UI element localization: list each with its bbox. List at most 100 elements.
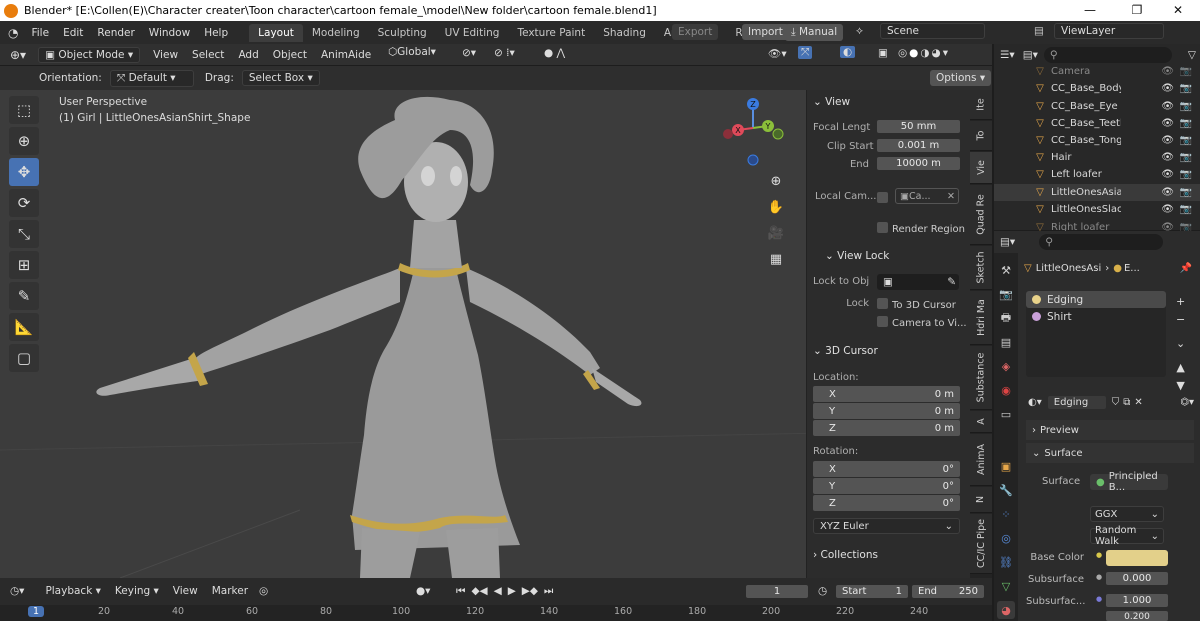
- pin-icon[interactable]: 📌: [1180, 263, 1192, 274]
- physics-tab-icon[interactable]: ◎: [997, 529, 1015, 547]
- add-slot-icon[interactable]: +: [1176, 293, 1185, 311]
- funnel-filter-icon[interactable]: ▽: [1188, 49, 1196, 61]
- tab-modeling[interactable]: Modeling: [303, 24, 369, 42]
- constraints-tab-icon[interactable]: ⛓: [997, 553, 1015, 571]
- eye-icon[interactable]: 👁: [1161, 66, 1174, 77]
- outliner-editor-icon[interactable]: ☰▾: [1000, 49, 1015, 61]
- gizmo-toggle-icon[interactable]: ⤧: [798, 46, 813, 59]
- camera-render-icon[interactable]: 📷: [1180, 83, 1192, 94]
- tab-animaide[interactable]: AnimA: [970, 434, 992, 486]
- scene-icon[interactable]: ⟡: [856, 25, 863, 38]
- viewport-menu-animaide[interactable]: AnimAide: [314, 49, 378, 61]
- jump-start-icon[interactable]: ⏮: [456, 585, 465, 598]
- scene-tab-icon[interactable]: ◈: [997, 357, 1015, 375]
- blender-menu-icon[interactable]: ◔: [8, 26, 18, 40]
- eye-icon[interactable]: 👁: [1161, 101, 1174, 112]
- duplicate-material-icon[interactable]: ⧉: [1123, 397, 1130, 408]
- move-tool-icon[interactable]: ✥: [9, 158, 39, 186]
- transform-tool-icon[interactable]: ⊞: [9, 251, 39, 279]
- unlink-material-icon[interactable]: ✕: [1134, 397, 1142, 408]
- eye-icon[interactable]: 👁: [1161, 169, 1174, 180]
- view-layer-tab-icon[interactable]: ▤: [997, 333, 1015, 351]
- transform-orientation-selector[interactable]: ⬡ Global ▾: [388, 46, 436, 58]
- outliner-row[interactable]: ▽ CC_Base_Body 👁 📷: [994, 80, 1200, 97]
- viewport-menu-add[interactable]: Add: [231, 49, 265, 61]
- render-region-option[interactable]: Render Region: [877, 222, 965, 235]
- outliner-row[interactable]: ▽ LittleOnesAsianShirt 👁 📷: [994, 184, 1200, 201]
- lock-to-cursor-checkbox[interactable]: [877, 298, 888, 309]
- camera-render-icon[interactable]: 📷: [1180, 152, 1192, 163]
- pan-hand-icon[interactable]: ✋: [764, 196, 788, 218]
- prev-keyframe-icon[interactable]: ◆◀: [471, 585, 487, 597]
- close-window-button[interactable]: ✕: [1156, 0, 1200, 21]
- local-camera-checkbox[interactable]: [877, 192, 888, 203]
- output-tab-icon[interactable]: 🖶: [997, 309, 1015, 327]
- manual-button[interactable]: ⤓ Manual: [785, 24, 844, 41]
- modifier-tab-icon[interactable]: 🔧: [997, 481, 1015, 499]
- tab-substance[interactable]: Substance: [970, 346, 992, 410]
- current-frame-field[interactable]: 1: [746, 584, 808, 598]
- camera-render-icon[interactable]: 📷: [1180, 135, 1192, 146]
- camera-view-icon[interactable]: 🎥: [764, 222, 788, 244]
- viewport-menu-view[interactable]: View: [146, 49, 185, 61]
- camera-render-icon[interactable]: 📷: [1180, 187, 1192, 198]
- outliner-row[interactable]: ▽ Camera 👁 📷: [994, 63, 1200, 80]
- solid-shading-icon[interactable]: ●: [909, 47, 918, 59]
- orientation-selector[interactable]: ⤧ Default ▾: [109, 69, 194, 87]
- timeline-view-menu[interactable]: View: [166, 585, 205, 597]
- annotate-tool-icon[interactable]: ✎: [9, 282, 39, 310]
- ortho-grid-icon[interactable]: ▦: [764, 248, 788, 270]
- add-cube-tool-icon[interactable]: ▢: [9, 344, 39, 372]
- xray-icon[interactable]: ▣: [878, 47, 888, 59]
- surface-panel-header[interactable]: ⌄ Surface: [1026, 443, 1194, 463]
- fake-user-icon[interactable]: ⛉: [1112, 397, 1120, 408]
- render-tab-icon[interactable]: 📷: [997, 285, 1015, 303]
- material-browse-icon[interactable]: ◐▾: [1028, 397, 1042, 408]
- view-panel-header[interactable]: ⌄ View: [813, 96, 850, 108]
- subsurface-radius-field-2[interactable]: 0.200: [1106, 611, 1168, 621]
- subsurface-field[interactable]: 0.000: [1106, 572, 1168, 585]
- material-slot-edging[interactable]: Edging: [1026, 291, 1166, 308]
- subsurface-radius-field-1[interactable]: 1.000: [1106, 594, 1168, 607]
- tab-item[interactable]: Ite: [970, 90, 992, 120]
- tab-quad-remesher[interactable]: Quad Re: [970, 185, 992, 245]
- surface-shader-field[interactable]: ● Principled B...: [1090, 471, 1168, 493]
- filter-icon[interactable]: ▤▾: [1023, 49, 1038, 61]
- minimize-button[interactable]: —: [1068, 0, 1112, 21]
- outliner-row[interactable]: ▽ Hair 👁 📷: [994, 149, 1200, 166]
- visibility-icon[interactable]: 👁▾: [768, 47, 787, 60]
- cursor-rotation-y[interactable]: Y 0°: [813, 478, 960, 494]
- slot-menu-icon[interactable]: ⌄: [1176, 335, 1185, 353]
- camera-to-view-checkbox[interactable]: [877, 316, 888, 327]
- 3d-cursor-panel-header[interactable]: ⌄ 3D Cursor: [813, 345, 878, 357]
- shading-options-icon[interactable]: ▾: [943, 47, 948, 59]
- camera-render-icon[interactable]: 📷: [1180, 204, 1192, 215]
- material-name-field[interactable]: Edging: [1047, 396, 1106, 409]
- end-frame-field[interactable]: End 250: [912, 584, 984, 598]
- lock-to-object-field[interactable]: ▣ ✎: [877, 274, 959, 290]
- preview-panel-header[interactable]: › Preview: [1026, 420, 1194, 440]
- local-camera-field[interactable]: ▣ Ca... ✕: [895, 188, 959, 204]
- wireframe-shading-icon[interactable]: ◎: [898, 47, 907, 59]
- rendered-shading-icon[interactable]: ◕: [932, 47, 941, 59]
- cursor-location-x[interactable]: X 0 m: [813, 386, 960, 402]
- camera-render-icon[interactable]: 📷: [1180, 66, 1192, 77]
- viewlayer-icon[interactable]: ▤: [1034, 25, 1044, 37]
- outliner-row[interactable]: ▽ LittleOnesSlacks 👁 📷: [994, 201, 1200, 218]
- object-tab-icon[interactable]: ▣: [997, 457, 1015, 475]
- tab-uv-editing[interactable]: UV Editing: [436, 24, 509, 42]
- overlay-toggle-icon[interactable]: ◐: [840, 46, 856, 58]
- camera-render-icon[interactable]: 📷: [1180, 118, 1192, 129]
- tab-layout[interactable]: Layout: [249, 23, 303, 42]
- tab-texture-paint[interactable]: Texture Paint: [508, 24, 594, 42]
- tab-cc-ic-pipeline[interactable]: CC/IC Pipe: [970, 514, 992, 574]
- socket-dot-icon[interactable]: ●: [1096, 551, 1102, 559]
- cursor-location-y[interactable]: Y 0 m: [813, 403, 960, 419]
- camera-to-view-option[interactable]: Camera to Vi...: [877, 316, 967, 329]
- cursor-location-z[interactable]: Z 0 m: [813, 420, 960, 436]
- outliner-row[interactable]: ▽ CC_Base_Teeth 👁 📷: [994, 115, 1200, 132]
- menu-help[interactable]: Help: [197, 27, 235, 39]
- character-model[interactable]: [96, 96, 642, 578]
- zoom-icon[interactable]: ⊕: [764, 170, 788, 192]
- particles-tab-icon[interactable]: ⁘: [997, 505, 1015, 523]
